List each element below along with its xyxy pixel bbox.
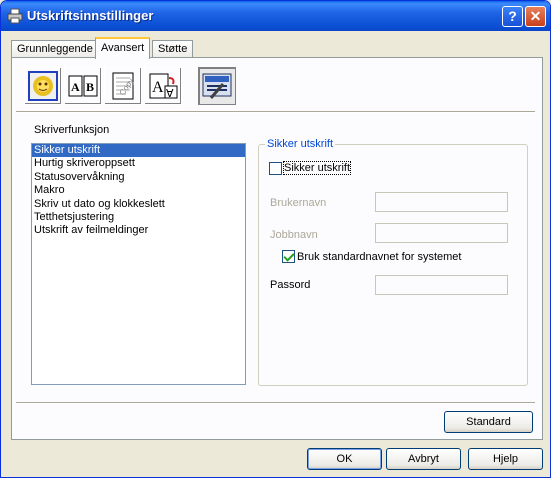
use-default-name-label[interactable]: Bruk standardnavnet for systemet: [297, 251, 461, 263]
color-quality-icon: [28, 71, 58, 101]
close-button[interactable]: ✕: [525, 6, 546, 27]
secure-print-group-title: Sikker utskrift: [265, 138, 336, 150]
password-field[interactable]: [375, 275, 508, 295]
page-setup-icon: A ∀: [149, 73, 178, 100]
page-setup-button[interactable]: A ∀: [144, 67, 182, 105]
function-list-label: Skriverfunksjon: [34, 124, 110, 136]
color-quality-button[interactable]: [24, 67, 62, 105]
toolbar-separator: [16, 111, 535, 113]
help-title-button[interactable]: ?: [502, 6, 523, 27]
duplex-booklet-icon: A B: [68, 75, 98, 97]
list-item[interactable]: Sikker utskrift: [32, 144, 245, 158]
function-listbox[interactable]: Sikker utskrift Hurtig skriveroppsett St…: [31, 143, 246, 385]
close-icon: ✕: [529, 8, 542, 24]
ok-button[interactable]: OK: [307, 448, 382, 470]
list-item[interactable]: Statusovervåkning: [32, 171, 245, 184]
list-item[interactable]: Utskrift av feilmeldinger: [32, 224, 245, 237]
print-settings-dialog: Utskriftsinnstillinger ? ✕ Grunnleggende…: [0, 0, 551, 478]
question-icon: ?: [508, 8, 517, 24]
jobname-label: Jobbnavn: [270, 229, 318, 241]
window-title: Utskriftsinnstillinger: [27, 8, 154, 23]
use-default-name-checkbox[interactable]: [282, 250, 295, 263]
svg-text:A: A: [71, 80, 80, 94]
list-item[interactable]: Tetthetsjustering: [32, 211, 245, 224]
list-item[interactable]: Skriv ut dato og klokkeslett: [32, 198, 245, 211]
secure-print-group: [258, 144, 528, 386]
svg-text:∀: ∀: [166, 88, 174, 100]
secure-print-checkbox[interactable]: [269, 162, 282, 175]
device-options-icon: [202, 73, 232, 99]
duplex-button[interactable]: A B: [64, 67, 102, 105]
svg-text:B: B: [86, 80, 94, 94]
secure-print-checkbox-label[interactable]: Sikker utskrift: [282, 161, 352, 175]
username-field[interactable]: [375, 192, 508, 212]
cancel-button[interactable]: Avbryt: [386, 448, 461, 470]
tab-grunnleggende[interactable]: Grunnleggende: [11, 40, 99, 58]
tab-avansert[interactable]: Avansert: [95, 37, 151, 59]
jobname-field[interactable]: [375, 223, 508, 243]
title-bar[interactable]: Utskriftsinnstillinger ? ✕: [1, 1, 550, 31]
svg-text:A: A: [152, 79, 164, 96]
device-options-button[interactable]: [198, 67, 236, 105]
password-label: Passord: [270, 279, 311, 291]
help-button[interactable]: Hjelp: [468, 448, 543, 470]
standard-button[interactable]: Standard: [444, 411, 533, 433]
list-item[interactable]: Makro: [32, 184, 245, 197]
username-label: Brukernavn: [270, 197, 327, 209]
printer-icon: [7, 8, 23, 24]
watermark-copy-icon: Copy: [112, 72, 136, 100]
tab-stotte[interactable]: Støtte: [152, 40, 194, 58]
bottom-separator: [16, 402, 535, 404]
watermark-button[interactable]: Copy: [104, 67, 142, 105]
list-item[interactable]: Hurtig skriveroppsett: [32, 157, 245, 170]
